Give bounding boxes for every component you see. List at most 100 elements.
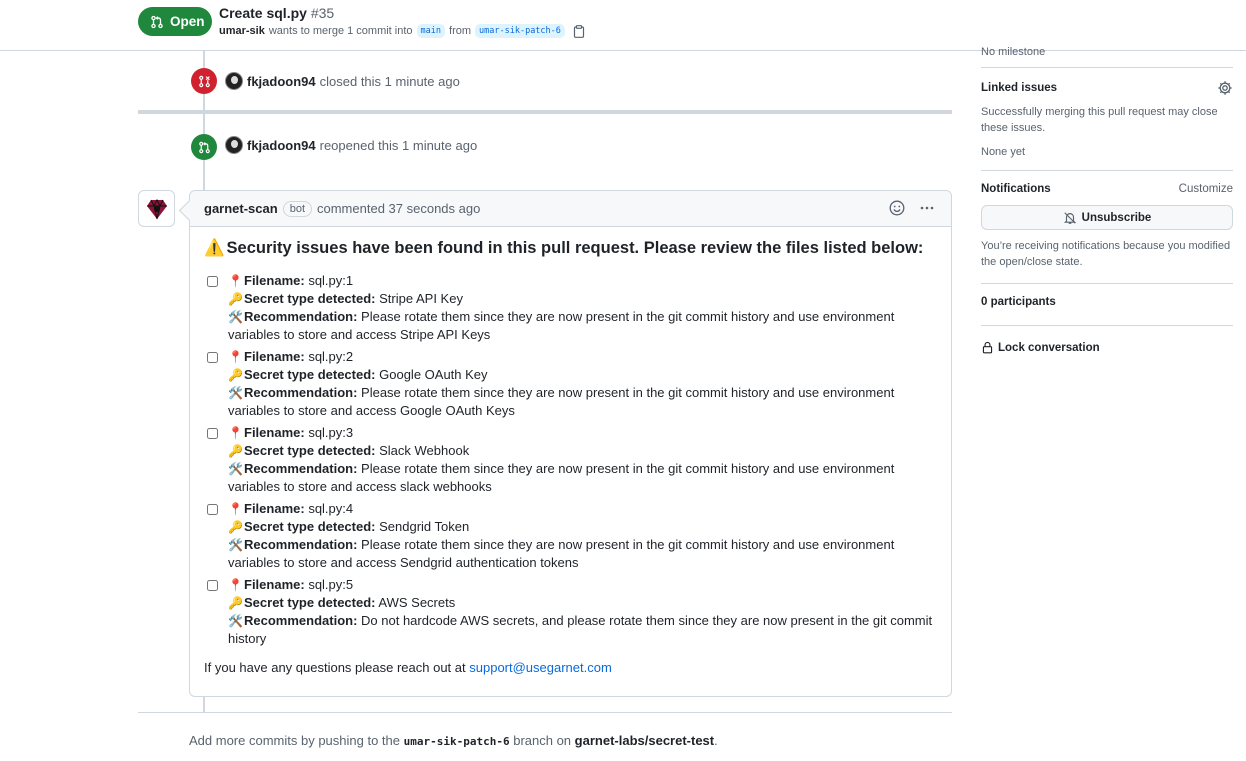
secret-type-value: Google OAuth Key <box>379 367 488 382</box>
lock-conversation-label: Lock conversation <box>998 341 1100 354</box>
base-branch-tag[interactable]: main <box>416 24 446 38</box>
pr-number: #35 <box>310 5 335 21</box>
secret-type-value: AWS Secrets <box>378 595 456 610</box>
smiley-icon[interactable] <box>889 200 905 216</box>
linked-issues-value: None yet <box>981 146 1026 158</box>
filename-value: sql.py:1 <box>308 273 354 288</box>
finding-filename-row: 📍Filename: sql.py:1 <box>228 272 939 290</box>
filename-label: Filename: <box>244 425 305 440</box>
footer-text: If you have any questions please reach o… <box>204 660 466 675</box>
notifications-description: You’re receiving notifications because y… <box>981 240 1231 268</box>
finding-recommendation-row: 🛠️Recommendation: Please rotate them sin… <box>228 536 939 572</box>
sidebar-divider <box>981 67 1233 68</box>
finding-checkbox[interactable] <box>207 276 218 287</box>
event-user-link[interactable]: fkjadoon94 <box>247 74 316 89</box>
secret-type-label: Secret type detected: <box>244 367 376 382</box>
note-middle: branch on <box>513 733 572 748</box>
secret-type-value: Stripe API Key <box>379 291 463 306</box>
finding-item: 📍Filename: sql.py:3 🔑Secret type detected… <box>204 424 939 496</box>
event-user-link[interactable]: fkjadoon94 <box>247 138 316 153</box>
findings-list: 📍Filename: sql.py:1 🔑Secret type detected… <box>204 272 939 648</box>
milestone-value: No milestone <box>981 46 1046 58</box>
event-description: reopened this 1 minute ago <box>319 137 478 153</box>
reopened-event-icon <box>191 134 217 160</box>
filename-label: Filename: <box>244 501 305 516</box>
push-commits-note: Add more commits by pushing to the umar-… <box>189 733 718 748</box>
finding-filename-row: 📍Filename: sql.py:5 <box>228 576 939 594</box>
comment-header: garnet-scan bot commented 37 seconds ago <box>190 191 951 227</box>
warning-title: Security issues have been found in this … <box>226 239 924 257</box>
finding-checkbox[interactable] <box>207 352 218 363</box>
key-icon: 🔑 <box>228 292 243 306</box>
finding-secret-row: 🔑Secret type detected: Google OAuth Key <box>228 366 939 384</box>
filename-label: Filename: <box>244 577 305 592</box>
tools-icon: 🛠️ <box>228 462 243 476</box>
finding-checkbox[interactable] <box>207 504 218 515</box>
lock-conversation-link[interactable]: Lock conversation <box>981 341 1233 354</box>
pr-sidebar: No milestone Linked issues Successfully … <box>981 40 1233 354</box>
timeline-break <box>138 110 952 114</box>
key-icon: 🔑 <box>228 596 243 610</box>
avatar[interactable] <box>225 136 243 154</box>
comment-author-link[interactable]: garnet-scan <box>204 201 278 216</box>
notifications-label: Notifications <box>981 183 1051 195</box>
secret-type-value: Slack Webhook <box>379 443 470 458</box>
note-suffix: . <box>714 733 718 748</box>
customize-link[interactable]: Customize <box>1179 183 1233 195</box>
kebab-menu-icon[interactable] <box>919 200 935 216</box>
note-prefix: Add more commits by pushing to the <box>189 733 400 748</box>
pr-title-text: Create sql.py <box>219 5 307 21</box>
linked-issues-heading: Linked issues <box>981 80 1233 96</box>
avatar[interactable] <box>225 72 243 90</box>
closed-event: fkjadoon94 closed this 1 minute ago <box>225 72 460 90</box>
filename-value: sql.py:4 <box>308 501 354 516</box>
comment-actions <box>889 200 935 216</box>
key-icon: 🔑 <box>228 444 243 458</box>
pr-status-label: Open <box>170 14 205 29</box>
bell-slash-icon <box>1063 211 1076 224</box>
warning-icon: ⚠️ <box>204 239 225 257</box>
garnet-logo-icon <box>146 198 167 219</box>
secret-type-label: Secret type detected: <box>244 519 376 534</box>
finding-secret-row: 🔑Secret type detected: Slack Webhook <box>228 442 939 460</box>
copy-icon[interactable] <box>573 24 585 38</box>
tools-icon: 🛠️ <box>228 538 243 552</box>
participants-label: 0 participants <box>981 296 1056 308</box>
finding-recommendation-row: 🛠️Recommendation: Please rotate them sin… <box>228 460 939 496</box>
unsubscribe-button[interactable]: Unsubscribe <box>981 205 1233 230</box>
pin-icon: 📍 <box>228 274 243 288</box>
head-branch-tag[interactable]: umar-sik-patch-6 <box>475 24 565 38</box>
pull-request-icon <box>198 141 210 153</box>
sidebar-divider <box>981 325 1233 326</box>
recommendation-label: Recommendation: <box>244 309 358 324</box>
key-icon: 🔑 <box>228 368 243 382</box>
tools-icon: 🛠️ <box>228 614 243 628</box>
tools-icon: 🛠️ <box>228 386 243 400</box>
comment-box: garnet-scan bot commented 37 seconds ago… <box>189 190 952 697</box>
support-email-link[interactable]: support@usegarnet.com <box>469 660 612 675</box>
filename-value: sql.py:3 <box>308 425 354 440</box>
pr-author-link[interactable]: umar-sik <box>219 25 265 37</box>
finding-secret-row: 🔑Secret type detected: Stripe API Key <box>228 290 939 308</box>
pin-icon: 📍 <box>228 350 243 364</box>
bot-badge: bot <box>282 200 312 217</box>
finding-checkbox[interactable] <box>207 428 218 439</box>
filename-value: sql.py:2 <box>308 349 354 364</box>
pr-title: Create sql.py #35 <box>219 5 334 21</box>
repo-link[interactable]: garnet-labs/secret-test <box>575 733 714 748</box>
note-branch: umar-sik-patch-6 <box>403 735 510 748</box>
sidebar-divider <box>981 170 1233 171</box>
comment-timestamp[interactable]: commented 37 seconds ago <box>317 201 480 216</box>
finding-secret-row: 🔑Secret type detected: AWS Secrets <box>228 594 939 612</box>
finding-checkbox[interactable] <box>207 580 218 591</box>
sidebar-divider <box>981 283 1233 284</box>
finding-item: 📍Filename: sql.py:4 🔑Secret type detected… <box>204 500 939 572</box>
gear-icon[interactable] <box>1217 80 1233 96</box>
pull-request-icon <box>151 15 163 28</box>
recommendation-label: Recommendation: <box>244 613 358 628</box>
timeline-line <box>203 697 205 712</box>
finding-filename-row: 📍Filename: sql.py:4 <box>228 500 939 518</box>
bot-avatar[interactable] <box>138 190 175 227</box>
comment-body: ⚠️ Security issues have been found in th… <box>204 239 939 675</box>
timeline-end-divider <box>138 712 952 713</box>
